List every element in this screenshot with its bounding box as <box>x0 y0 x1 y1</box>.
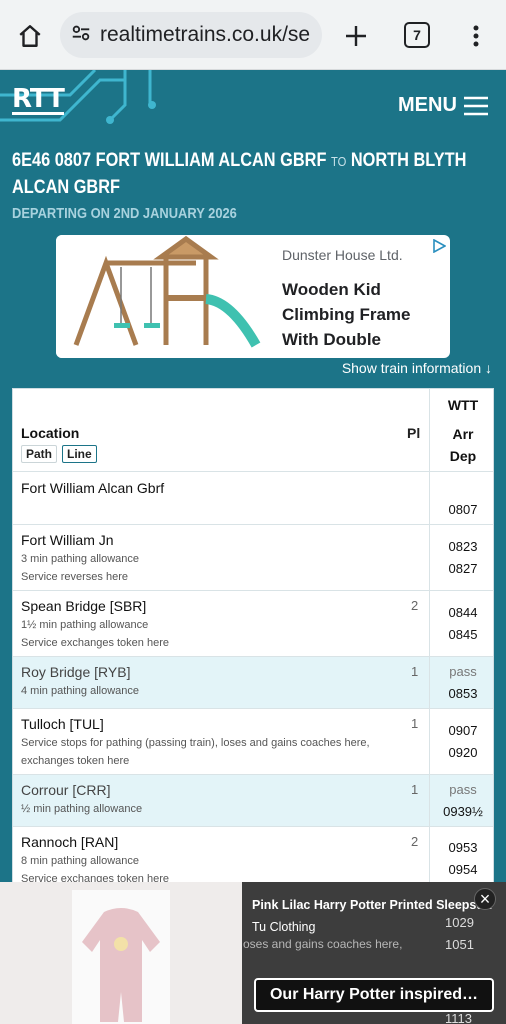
row-arr: pass <box>449 664 477 679</box>
row-location: Fort William Jn <box>21 532 114 548</box>
table-row[interactable]: Roy Bridge [RYB] 4 min pathing allowance… <box>13 656 493 708</box>
row-location: Tulloch [TUL] <box>21 716 104 732</box>
row-location: Spean Bridge [SBR] <box>21 598 147 614</box>
col-times: WTT Arr Dep <box>429 389 495 471</box>
url-text: realtimetrains.co.uk/se <box>100 23 311 46</box>
service-origin: 6E46 0807 FORT WILLIAM ALCAN GBRF <box>12 150 327 171</box>
hamburger-icon <box>463 96 488 115</box>
row-location: Corrour [CRR] <box>21 782 111 798</box>
table-row[interactable]: Fort William Jn 3 min pathing allowance … <box>13 524 493 590</box>
path-toggle[interactable]: Path <box>21 445 58 463</box>
advert-title: Pink Lilac Harry Potter Printed Sleepsui… <box>252 898 492 912</box>
row-note: ½ min pathing allowance <box>21 803 143 815</box>
obscured-time: 1051 <box>445 937 474 952</box>
obscured-time: 1113 <box>445 1011 472 1024</box>
row-platform: 1 <box>411 664 419 679</box>
row-platform: 1 <box>411 782 419 797</box>
browser-toolbar: realtimetrains.co.uk/se 7 <box>0 0 506 70</box>
col-wtt: WTT <box>447 397 479 413</box>
site-settings-icon[interactable] <box>70 22 92 49</box>
row-note: exchanges token here <box>21 755 130 767</box>
row-dep: 0827 <box>448 561 478 576</box>
show-train-information-link[interactable]: Show train information ↓ <box>342 360 492 376</box>
sleepsuit-image <box>0 882 242 1024</box>
table-row[interactable]: Tulloch [TUL] Service stops for pathing … <box>13 708 493 774</box>
close-icon[interactable]: × <box>474 888 496 910</box>
row-note: 3 min pathing allowance <box>21 553 140 565</box>
row-note: 4 min pathing allowance <box>21 685 140 697</box>
row-location: Rannoch [RAN] <box>21 834 119 850</box>
row-dep: 0845 <box>448 627 478 642</box>
home-icon[interactable] <box>14 20 46 52</box>
row-note: 1½ min pathing allowance <box>21 619 149 631</box>
table-row[interactable]: Corrour [CRR] ½ min pathing allowance 1 … <box>13 774 493 826</box>
row-arr: pass <box>449 782 477 797</box>
row-arr: 0953 <box>448 840 478 855</box>
row-dep: 0807 <box>448 502 478 517</box>
row-location: Fort William Alcan Gbrf <box>21 480 165 496</box>
address-bar[interactable]: realtimetrains.co.uk/se <box>60 12 322 58</box>
row-dep: 0939½ <box>443 804 483 819</box>
tab-count: 7 <box>413 27 421 43</box>
menu-button[interactable]: MENU <box>398 94 489 117</box>
row-platform: 2 <box>411 834 419 849</box>
col-arr: Arr <box>452 426 474 442</box>
col-location: Location <box>21 425 80 441</box>
advert-cta-button[interactable]: Our Harry Potter inspired… <box>254 978 494 1012</box>
obscured-note-fragment: oses and gains coaches here, <box>243 937 403 951</box>
row-note: Service exchanges token here <box>21 637 169 649</box>
row-dep: 0853 <box>448 686 478 701</box>
advert-brand: Tu Clothing <box>252 920 316 934</box>
rtt-logo[interactable]: RTT <box>12 86 65 115</box>
table-row[interactable]: Spean Bridge [SBR] 1½ min pathing allowa… <box>13 590 493 656</box>
to-label: TO <box>330 154 347 169</box>
row-note: 8 min pathing allowance <box>21 855 140 867</box>
table-row[interactable]: Fort William Alcan Gbrf 0807 <box>13 471 493 524</box>
tab-switcher-button[interactable]: 7 <box>404 22 430 48</box>
menu-label: MENU <box>398 94 457 116</box>
col-dep: Dep <box>449 448 477 464</box>
row-arr: 0844 <box>448 605 478 620</box>
adchoices-icon[interactable] <box>432 239 446 253</box>
service-title: 6E46 0807 FORT WILLIAM ALCAN GBRF TO NOR… <box>12 148 496 201</box>
timetable: Location Path Line Pl WTT Arr Dep Fort W… <box>12 388 494 947</box>
row-platform: 1 <box>411 716 419 731</box>
row-arr: 0907 <box>448 723 478 738</box>
col-platform: Pl <box>407 425 421 441</box>
row-platform: 2 <box>411 598 419 613</box>
row-arr: 0823 <box>448 539 478 554</box>
line-toggle[interactable]: Line <box>62 445 97 463</box>
row-dep: 0954 <box>448 862 478 877</box>
row-note: Service reverses here <box>21 571 128 583</box>
table-header: Location Path Line Pl WTT Arr Dep <box>13 389 493 471</box>
bottom-advert[interactable]: oses and gains coaches here, 1029 1051 1… <box>0 882 506 1024</box>
advert-banner[interactable]: Dunster House Ltd. Wooden Kid Climbing F… <box>56 235 450 358</box>
obscured-time: 1029 <box>445 915 474 930</box>
advert-headline: Wooden Kid Climbing Frame With Double Sw… <box>282 280 411 358</box>
row-location: Roy Bridge [RYB] <box>21 664 131 680</box>
climbing-frame-image <box>56 235 276 358</box>
departure-date: DEPARTING ON 2ND JANUARY 2026 <box>12 205 237 222</box>
new-tab-icon[interactable] <box>340 20 372 52</box>
row-note: Service stops for pathing (passing train… <box>21 737 370 749</box>
row-dep: 0920 <box>448 745 478 760</box>
more-options-icon[interactable] <box>464 20 488 52</box>
advert-brand: Dunster House Ltd. <box>282 247 403 263</box>
